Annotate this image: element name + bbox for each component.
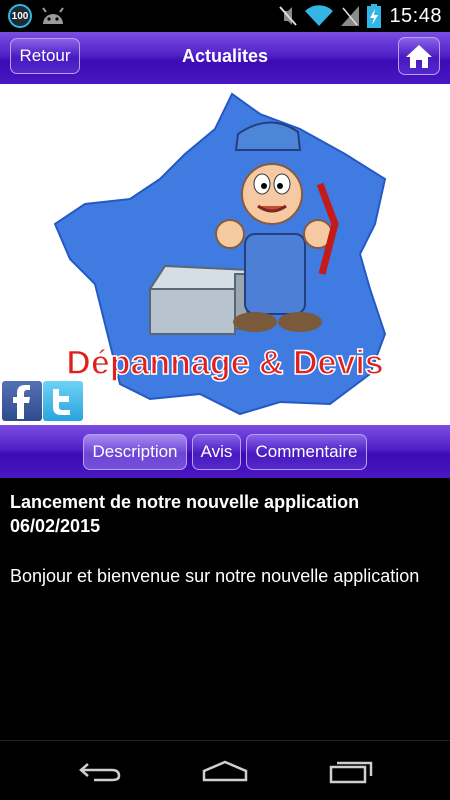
mute-icon (279, 6, 298, 26)
system-nav-bar (0, 740, 450, 800)
nav-recent-apps-button[interactable] (326, 755, 376, 787)
tab-commentaire[interactable]: Commentaire (246, 434, 367, 470)
home-nav-icon (202, 760, 248, 782)
clock: 15:48 (389, 4, 442, 27)
notification-badge: 100 (8, 4, 32, 28)
back-icon (79, 763, 121, 782)
news-date: 06/02/2015 (10, 516, 101, 536)
tab-avis[interactable]: Avis (192, 434, 241, 470)
banner-image: Dépannage & Devis (0, 84, 450, 425)
home-button[interactable] (398, 37, 440, 75)
signal-icon (341, 6, 360, 26)
page-title: Actualites (181, 46, 269, 66)
twitter-button[interactable] (43, 381, 83, 421)
status-bar: 100 15:48 (0, 0, 450, 32)
facebook-button[interactable] (2, 381, 42, 421)
wifi-icon (305, 5, 334, 27)
nav-back-button[interactable] (75, 755, 125, 787)
france-map-mascot-illustration: Dépannage & Devis (53, 92, 387, 416)
app-header: Retour Actualites (0, 32, 450, 84)
recent-apps-icon (329, 761, 373, 784)
nav-home-button[interactable] (200, 755, 250, 787)
home-icon (406, 45, 432, 68)
tab-bar: Description Avis Commentaire (0, 425, 450, 478)
battery-charging-icon (367, 4, 382, 28)
news-title: Lancement de notre nouvelle application (10, 492, 360, 512)
logo-text: Dépannage & Devis (66, 344, 383, 382)
tab-description[interactable]: Description (83, 434, 187, 470)
twitter-icon (53, 389, 70, 415)
android-icon (42, 7, 64, 24)
facebook-icon (13, 385, 30, 419)
news-body: Bonjour et bienvenue sur notre nouvelle … (10, 566, 420, 586)
news-content: Lancement de notre nouvelle application … (0, 478, 450, 740)
